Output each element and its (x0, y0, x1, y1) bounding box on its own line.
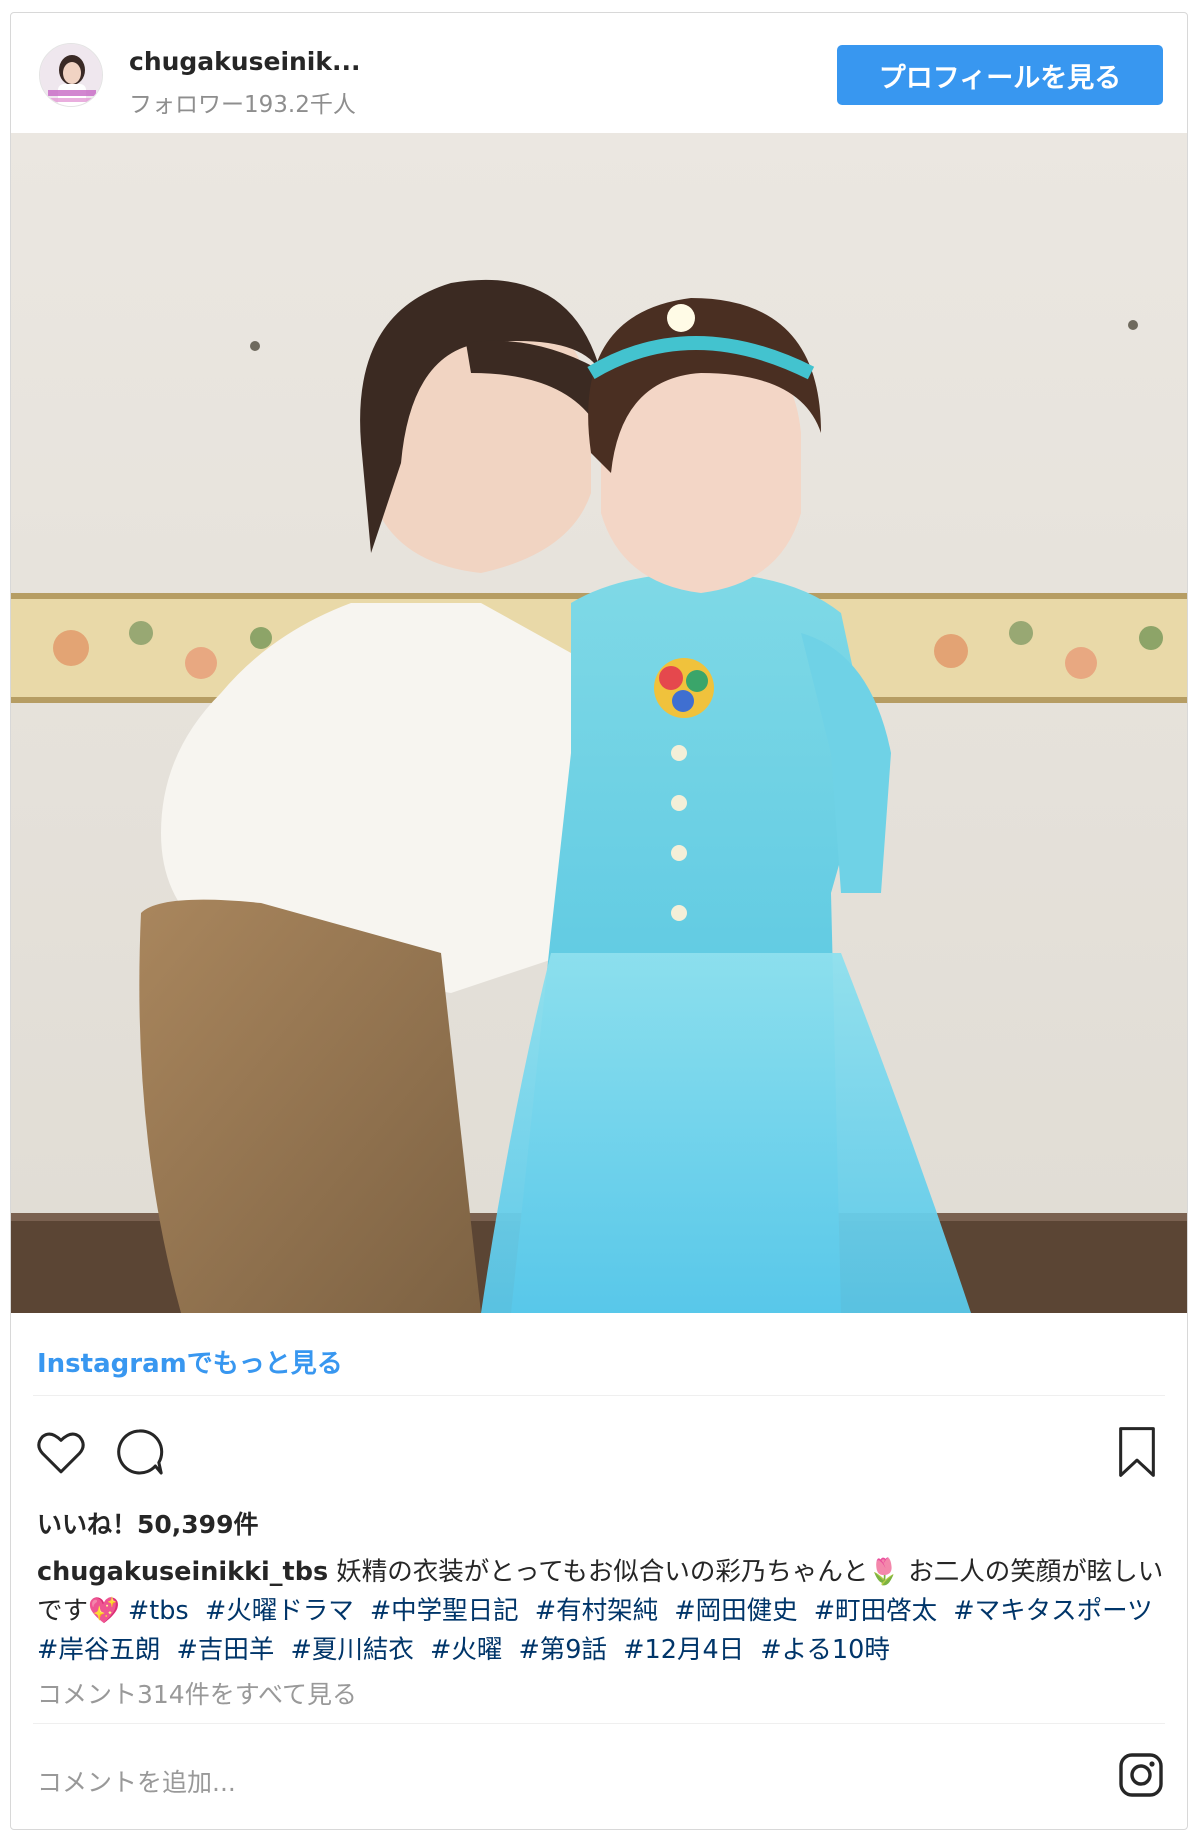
hashtag-link[interactable]: #火曜ドラマ (205, 1596, 354, 1626)
action-bar (11, 1418, 1187, 1488)
like-count[interactable]: いいね！50,399件 (37, 1505, 258, 1541)
add-comment-input[interactable]: コメントを追加... (37, 1763, 236, 1799)
hashtag-link[interactable]: #有村架純 (535, 1596, 658, 1626)
username[interactable]: chugakuseinik... (129, 47, 361, 76)
hashtag-link[interactable]: #tbs (128, 1596, 189, 1626)
hashtag-link[interactable]: #岡田健史 (674, 1596, 797, 1626)
instagram-embed-card: chugakuseinik... フォロワー193.2千人 プロフィールを見る (10, 12, 1188, 1830)
hashtag-link[interactable]: #岸谷五朗 (37, 1635, 160, 1665)
hashtag-link[interactable]: #火曜 (430, 1635, 502, 1665)
hashtag-link[interactable]: #夏川結衣 (290, 1635, 413, 1665)
divider (33, 1395, 1165, 1396)
hashtag-link[interactable]: #よる10時 (760, 1635, 890, 1665)
hashtag-link[interactable]: #町田啓太 (814, 1596, 937, 1626)
hashtag-link[interactable]: #マキタスポーツ (953, 1596, 1152, 1626)
divider (33, 1723, 1165, 1724)
view-more-on-instagram-link[interactable]: Instagramでもっと見る (37, 1343, 343, 1380)
post-header: chugakuseinik... フォロワー193.2千人 プロフィールを見る (11, 13, 1187, 133)
hashtag-link[interactable]: #中学聖日記 (370, 1596, 519, 1626)
follower-count: フォロワー193.2千人 (129, 92, 356, 118)
hashtag-list: #tbs #火曜ドラマ #中学聖日記 #有村架純 #岡田健史 #町田啓太 #マキ… (37, 1596, 1161, 1665)
bookmark-icon[interactable] (1109, 1424, 1165, 1480)
hashtag-link[interactable]: #12月4日 (623, 1635, 744, 1665)
post-photo[interactable] (11, 133, 1187, 1313)
instagram-icon[interactable] (1117, 1751, 1165, 1799)
view-profile-button[interactable]: プロフィールを見る (837, 45, 1163, 105)
caption-username[interactable]: chugakuseinikki_tbs (37, 1557, 328, 1587)
view-all-comments-link[interactable]: コメント314件をすべて見る (37, 1675, 357, 1711)
post-caption: chugakuseinikki_tbs 妖精の衣装がとってもお似合いの彩乃ちゃん… (37, 1553, 1167, 1670)
heart-icon[interactable] (33, 1424, 89, 1480)
comment-icon[interactable] (111, 1424, 167, 1480)
avatar[interactable] (39, 43, 103, 107)
hashtag-link[interactable]: #第9話 (518, 1635, 607, 1665)
hashtag-link[interactable]: #吉田羊 (176, 1635, 274, 1665)
